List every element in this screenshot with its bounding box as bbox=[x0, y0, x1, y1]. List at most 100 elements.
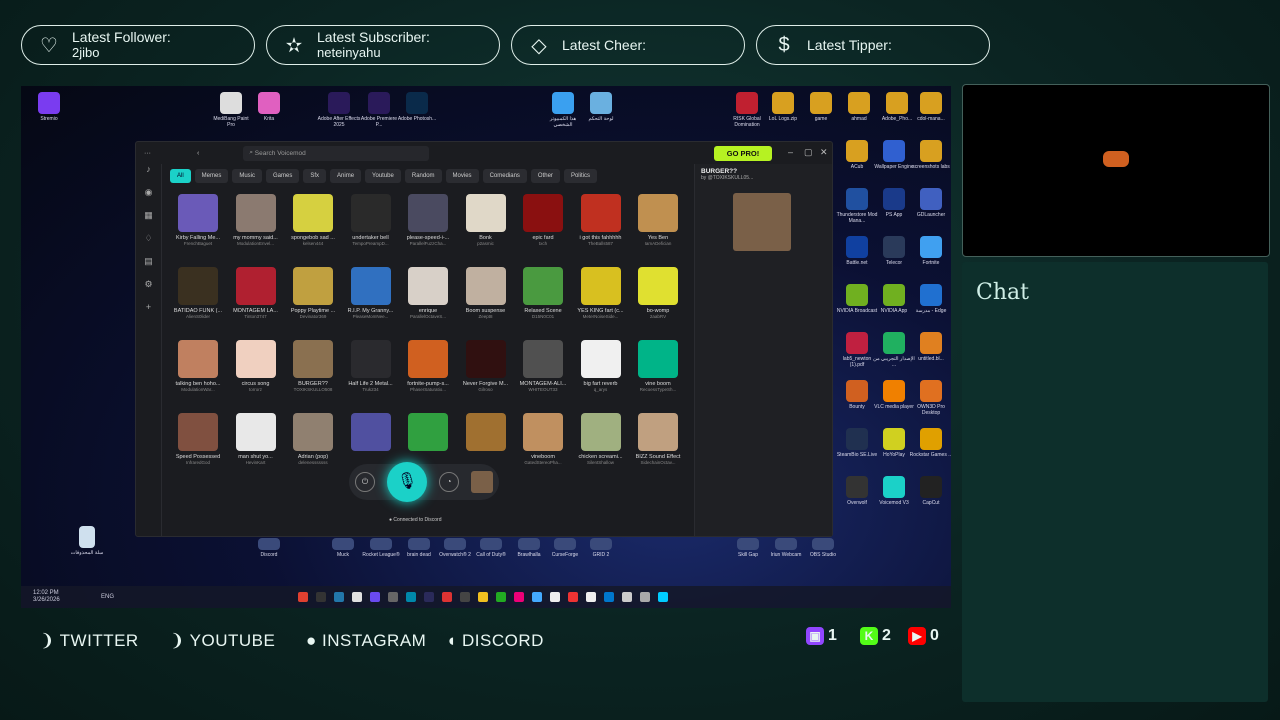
desktop-icon[interactable]: GRID 2 bbox=[579, 538, 623, 558]
category-tab[interactable]: Music bbox=[232, 169, 263, 183]
sound-tile[interactable]: Never Forgive M... Gilroso bbox=[458, 340, 514, 392]
taskbar-app-icon[interactable] bbox=[640, 592, 651, 602]
category-tab[interactable]: Sfx bbox=[303, 169, 327, 183]
desktop-icon[interactable]: Krita bbox=[247, 92, 291, 122]
taskbar-app-icon[interactable] bbox=[604, 592, 615, 602]
search-input[interactable]: ⌕ Search Voicemod bbox=[243, 145, 430, 161]
maximize-button[interactable]: ▢ bbox=[804, 147, 813, 158]
category-tab[interactable]: Movies bbox=[445, 169, 479, 183]
ear-button[interactable]: ◔ bbox=[439, 472, 459, 492]
sound-tile[interactable]: talking ben hoho... ModulationWar... bbox=[170, 340, 226, 392]
category-tab[interactable]: Random bbox=[404, 169, 442, 183]
taskbar-app-icon[interactable] bbox=[424, 592, 435, 602]
taskbar-app-icon[interactable] bbox=[460, 592, 471, 602]
sound-tile[interactable] bbox=[400, 413, 456, 454]
sound-tile[interactable]: Kirby Falling Me... FrenchBaguet bbox=[170, 194, 226, 246]
category-tab[interactable]: Youtube bbox=[365, 169, 401, 183]
desktop-icon[interactable]: مدرسة - Edge bbox=[909, 284, 951, 314]
sound-tile[interactable]: YES KING fart (c... MeterNoiseSide... bbox=[573, 267, 629, 319]
desktop-icon[interactable]: CapCut bbox=[909, 476, 951, 506]
sound-tile[interactable]: chicken screami... SilentShallow bbox=[573, 413, 629, 465]
sound-tile[interactable]: vine boom RecoessTypeSh... bbox=[630, 340, 686, 392]
category-tab[interactable]: Memes bbox=[194, 169, 229, 183]
desktop-icon[interactable]: screenshots labs bbox=[909, 140, 951, 170]
desktop-icon[interactable]: Stremio bbox=[27, 92, 71, 122]
desktop-icon[interactable]: OWN3D Pro Desktop bbox=[909, 380, 951, 416]
sound-tile[interactable]: Speed Possessed InfraredGod bbox=[170, 413, 226, 465]
social-link-twitter[interactable]: ❩ TWITTER bbox=[40, 631, 139, 651]
social-link-instagram[interactable]: ● INSTAGRAM bbox=[306, 631, 426, 651]
sound-tile[interactable]: Relaxed Scene D15N0C01 bbox=[515, 267, 571, 319]
sound-tile[interactable]: circus song torrorz bbox=[228, 340, 284, 392]
taskbar-app-icon[interactable] bbox=[298, 592, 309, 602]
desktop-icon[interactable]: GDLauncher bbox=[909, 188, 951, 218]
sound-tile[interactable]: vineboom GatedStereoPha... bbox=[515, 413, 571, 465]
category-tab[interactable]: Games bbox=[266, 169, 300, 183]
sound-tile[interactable]: Boom suspense Zeept8 bbox=[458, 267, 514, 319]
taskbar-app-icon[interactable] bbox=[568, 592, 579, 602]
sound-tile[interactable]: Yes Ben IamADefician bbox=[630, 194, 686, 246]
power-button[interactable]: ⏻ bbox=[355, 472, 375, 492]
soundboard-icon[interactable]: ◉ bbox=[136, 187, 161, 210]
sound-tile[interactable]: please-speed-i-... ParallelFuzzCha... bbox=[400, 194, 456, 246]
language-indicator[interactable]: ENG bbox=[101, 594, 114, 600]
category-tab[interactable]: All bbox=[170, 169, 191, 183]
category-tab[interactable]: Politics bbox=[563, 169, 597, 183]
desktop-icon[interactable]: cdol-mana... bbox=[909, 92, 951, 122]
desktop-icon[interactable]: Discord bbox=[247, 538, 291, 558]
taskbar-app-icon[interactable] bbox=[514, 592, 525, 602]
sound-tile[interactable]: enrique ParallelOctaveS... bbox=[400, 267, 456, 319]
sound-tile[interactable] bbox=[458, 413, 514, 454]
social-link-discord[interactable]: ◖ DISCORD bbox=[446, 631, 544, 651]
taskbar-app-icon[interactable] bbox=[658, 592, 669, 602]
taskbar-app-icon[interactable] bbox=[478, 592, 489, 602]
bell-icon[interactable]: ♢ bbox=[136, 233, 161, 256]
category-tab[interactable]: Other bbox=[530, 169, 560, 183]
taskbar-app-icon[interactable] bbox=[442, 592, 453, 602]
taskbar-app-icon[interactable] bbox=[316, 592, 327, 602]
sound-tile[interactable]: MONTAGEM LA... Tinton3747 bbox=[228, 267, 284, 319]
apps-icon[interactable]: ▦ bbox=[136, 210, 161, 233]
settings-icon[interactable]: ⚙ bbox=[136, 279, 161, 302]
sound-tile[interactable]: spongebob sad ... kelsen444 bbox=[285, 194, 341, 246]
category-tab[interactable]: Comedians bbox=[482, 169, 527, 183]
sound-tile[interactable]: man shut yo... HevinKart bbox=[228, 413, 284, 465]
social-link-youtube[interactable]: ❩ YOUTUBE bbox=[170, 631, 275, 651]
sound-tile[interactable]: Bonk p2asmic bbox=[458, 194, 514, 246]
close-button[interactable]: ✕ bbox=[820, 147, 828, 158]
desktop-icon[interactable]: Fortnite bbox=[909, 236, 951, 266]
desktop-icon[interactable]: untitled.bl... bbox=[909, 332, 951, 362]
back-icon[interactable]: ‹ bbox=[197, 150, 199, 157]
voice-icon[interactable]: ♪ bbox=[136, 164, 161, 187]
taskbar-app-icon[interactable] bbox=[406, 592, 417, 602]
sound-tile[interactable]: fortnite-pump-s... PhaserSaturatio... bbox=[400, 340, 456, 392]
sound-tile[interactable]: Half Life 2 Metal... Truk234 bbox=[343, 340, 399, 392]
sound-tile[interactable]: epic fard txch bbox=[515, 194, 571, 246]
add-icon[interactable]: + bbox=[136, 302, 161, 325]
sound-tile[interactable]: BIZZ Sound Effect SidechainOctav... bbox=[630, 413, 686, 465]
taskbar-app-icon[interactable] bbox=[622, 592, 633, 602]
menu-icon[interactable]: ··· bbox=[144, 150, 151, 157]
category-tab[interactable]: Anime bbox=[330, 169, 362, 183]
sound-tile[interactable]: my mommy said... ModulationEnvel... bbox=[228, 194, 284, 246]
sound-tile[interactable]: Adrian (pop) delenesssssss bbox=[285, 413, 341, 465]
taskbar-app-icon[interactable] bbox=[496, 592, 507, 602]
calendar-icon[interactable]: ▤ bbox=[136, 256, 161, 279]
taskbar-app-icon[interactable] bbox=[334, 592, 345, 602]
recycle-bin-icon[interactable]: سلة المحذوفات bbox=[65, 526, 109, 556]
sound-tile[interactable]: R.I.P. My Granny... PleaseMomNee... bbox=[343, 267, 399, 319]
sound-tile[interactable]: big fart reverb q_arys bbox=[573, 340, 629, 392]
minimize-button[interactable]: – bbox=[788, 147, 793, 157]
desktop-icon[interactable]: OBS Studio bbox=[801, 538, 845, 558]
sound-tile[interactable]: i got this fahhhhh TheBalls587 bbox=[573, 194, 629, 246]
sound-tile[interactable]: bo-womp 2aabRV bbox=[630, 267, 686, 319]
taskbar-app-icon[interactable] bbox=[550, 592, 561, 602]
desktop-icon[interactable]: Adobe After Effects 2025 bbox=[317, 92, 361, 128]
desktop-icon[interactable]: Adobe Photosh... bbox=[395, 92, 439, 122]
taskbar-app-icon[interactable] bbox=[388, 592, 399, 602]
sound-tile[interactable]: Poppy Playtime ... Devinator369 bbox=[285, 267, 341, 319]
sound-tile[interactable]: MONTAGEM-ALI... WHITEOUT33 bbox=[515, 340, 571, 392]
sound-tile[interactable]: undertaker bell TempoPreampD... bbox=[343, 194, 399, 246]
desktop-icon[interactable]: لوحة التحكم bbox=[579, 92, 623, 122]
sound-tile[interactable] bbox=[343, 413, 399, 454]
